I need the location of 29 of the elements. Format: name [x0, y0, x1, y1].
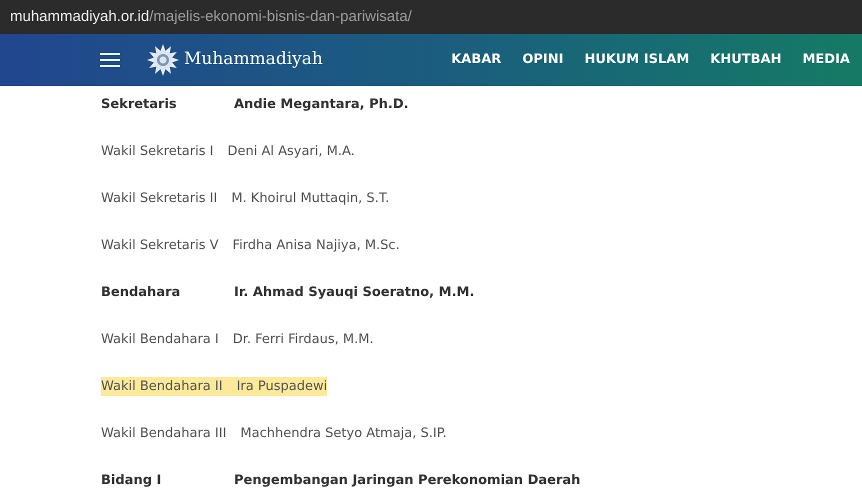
- member-name: Firdha Anisa Najiya, M.Sc.: [232, 236, 400, 255]
- nav-link[interactable]: KABAR: [451, 50, 502, 70]
- member-name: Ir. Ahmad Syauqi Soeratno, M.M.: [234, 284, 474, 302]
- nav-link[interactable]: HUKUM ISLAM: [584, 50, 690, 70]
- member-role: Wakil Bendahara II: [101, 378, 223, 396]
- nav-link[interactable]: OPINI: [522, 50, 564, 70]
- url-path: /majelis-ekonomi-bisnis-dan-pariwisata/: [149, 6, 412, 26]
- member-role: Wakil Sekretaris V: [101, 236, 219, 255]
- member-name: Dr. Ferri Firdaus, M.M.: [232, 330, 374, 349]
- member-name: Machhendra Setyo Atmaja, S.IP.: [240, 424, 447, 443]
- member-role: Wakil Sekretaris I: [101, 142, 214, 161]
- address-bar[interactable]: muhammadiyah.or.id/majelis-ekonomi-bisnis-dan-pariwisata/: [0, 0, 862, 34]
- nav-link[interactable]: KHUTBAH: [710, 50, 782, 70]
- member-name: M. Khoirul Muttaqin, S.T.: [231, 190, 390, 208]
- sun-emblem-icon: [146, 42, 180, 77]
- url-domain: muhammadiyah.or.id: [10, 6, 150, 26]
- member-name: Deni Al Asyari, M.A.: [227, 142, 355, 161]
- menu-icon[interactable]: [100, 52, 120, 68]
- member-name: Pengembangan Jaringan Perekonomian Daerah: [234, 472, 580, 490]
- member-role: Wakil Bendahara III: [101, 424, 226, 443]
- member-role: Wakil Sekretaris II: [101, 190, 218, 208]
- member-role: Sekretaris: [101, 96, 178, 114]
- member-role: Bidang I: [101, 472, 162, 490]
- nav-link[interactable]: MEDIA: [802, 50, 850, 70]
- member-role: Bendahara: [101, 284, 182, 302]
- site-logo-text[interactable]: Muhammadiyah: [184, 47, 323, 72]
- member-name: Ira Puspadewi: [236, 378, 328, 396]
- member-role: Wakil Bendahara I: [101, 330, 219, 349]
- member-name: Andie Megantara, Ph.D.: [234, 96, 409, 114]
